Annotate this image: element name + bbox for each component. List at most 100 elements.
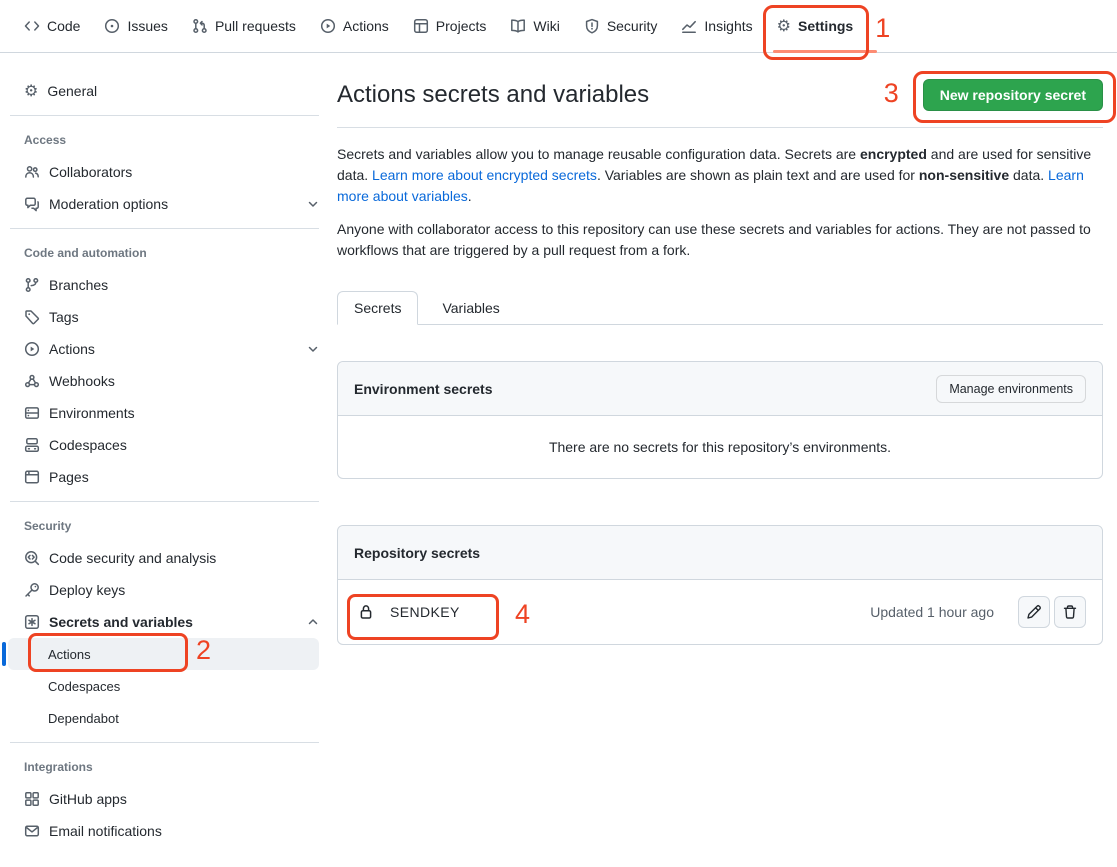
codescan-icon xyxy=(24,550,40,566)
sidebar-item-collaborators-label: Collaborators xyxy=(49,164,132,180)
sidebar-item-email-notifications-label: Email notifications xyxy=(49,823,162,839)
intro-text: data. xyxy=(1009,167,1048,183)
sidebar-subitem-dependabot[interactable]: Dependabot xyxy=(8,702,319,734)
sidebar-item-branches-label: Branches xyxy=(49,277,108,293)
sidebar-item-secrets-and-variables[interactable]: Secrets and variables xyxy=(0,606,337,638)
sidebar-divider xyxy=(10,115,319,116)
annotation-number-2: 2 xyxy=(196,635,211,666)
intro-paragraph: Secrets and variables allow you to manag… xyxy=(337,144,1103,207)
intro-bold-non-sensitive: non-sensitive xyxy=(919,167,1009,183)
sidebar-item-actions[interactable]: Actions xyxy=(0,333,337,365)
gear-icon: ⚙ xyxy=(24,83,38,99)
table-icon xyxy=(413,18,429,34)
repository-secrets-header: Repository secrets xyxy=(338,526,1102,580)
sidebar-item-github-apps[interactable]: GitHub apps xyxy=(0,783,337,815)
tab-pull-requests[interactable]: Pull requests xyxy=(192,0,296,53)
sidebar-item-secrets-and-variables-label: Secrets and variables xyxy=(49,614,193,630)
gear-icon: ⚙ xyxy=(777,18,791,34)
intro-bold-encrypted: encrypted xyxy=(860,146,927,162)
lock-icon xyxy=(358,604,374,620)
sidebar-subitem-actions[interactable]: Actions 2 xyxy=(8,638,319,670)
collaborator-access-paragraph: Anyone with collaborator access to this … xyxy=(337,219,1103,261)
tab-variables[interactable]: Variables xyxy=(426,292,515,324)
play-icon xyxy=(24,341,40,357)
tab-insights[interactable]: Insights xyxy=(681,0,752,53)
main-content: Actions secrets and variables New reposi… xyxy=(337,53,1103,645)
secret-name: SENDKEY xyxy=(390,604,460,620)
sidebar-item-webhooks[interactable]: Webhooks xyxy=(0,365,337,397)
server-icon xyxy=(24,405,40,421)
sidebar-item-codespaces-label: Codespaces xyxy=(49,437,127,453)
tab-wiki-label: Wiki xyxy=(533,18,559,34)
manage-environments-button[interactable]: Manage environments xyxy=(936,375,1086,403)
tab-settings[interactable]: ⚙ Settings 1 xyxy=(777,0,854,53)
sidebar-section-integrations: Integrations xyxy=(0,751,337,783)
secret-actions: Updated 1 hour ago xyxy=(870,596,1086,628)
tab-secrets[interactable]: Secrets xyxy=(337,291,418,325)
intro-text: . Variables are shown as plain text and … xyxy=(597,167,919,183)
sidebar-item-moderation-options[interactable]: Moderation options xyxy=(0,188,337,220)
sidebar-item-webhooks-label: Webhooks xyxy=(49,373,115,389)
tab-insights-label: Insights xyxy=(704,18,752,34)
webhook-icon xyxy=(24,373,40,389)
annotation-number-4: 4 xyxy=(515,599,530,630)
git-pull-request-icon xyxy=(192,18,208,34)
sidebar-item-github-apps-label: GitHub apps xyxy=(49,791,127,807)
pencil-icon xyxy=(1026,604,1042,620)
sidebar-section-access: Access xyxy=(0,124,337,156)
sidebar-item-collaborators[interactable]: Collaborators xyxy=(0,156,337,188)
sidebar-item-codespaces[interactable]: Codespaces xyxy=(0,429,337,461)
issue-opened-icon xyxy=(104,18,120,34)
tab-issues[interactable]: Issues xyxy=(104,0,167,53)
sidebar-section-security: Security xyxy=(0,510,337,542)
chevron-up-icon xyxy=(305,614,321,630)
secret-name-group: SENDKEY 4 xyxy=(358,604,460,620)
sidebar-section-code-automation: Code and automation xyxy=(0,237,337,269)
comment-discussion-icon xyxy=(24,196,40,212)
sidebar-item-branches[interactable]: Branches xyxy=(0,269,337,301)
chevron-down-icon xyxy=(305,196,321,212)
secrets-variables-tabnav: Secrets Variables xyxy=(337,291,1103,325)
tab-issues-label: Issues xyxy=(127,18,167,34)
sidebar-item-actions-label: Actions xyxy=(49,341,95,357)
repository-secrets-title: Repository secrets xyxy=(354,545,480,561)
sidebar-item-pages[interactable]: Pages xyxy=(0,461,337,493)
page-title: Actions secrets and variables xyxy=(337,81,649,109)
tab-actions[interactable]: Actions xyxy=(320,0,389,53)
key-icon xyxy=(24,582,40,598)
repository-secrets-card: Repository secrets SENDKEY 4 Updated 1 h… xyxy=(337,525,1103,645)
link-encrypted-secrets[interactable]: Learn more about encrypted secrets xyxy=(372,167,597,183)
sidebar-subitem-actions-label: Actions xyxy=(48,647,91,662)
play-icon xyxy=(320,18,336,34)
trash-icon xyxy=(1062,604,1078,620)
annotation-number-1: 1 xyxy=(875,13,890,44)
sidebar-subitem-codespaces[interactable]: Codespaces xyxy=(8,670,319,702)
graph-icon xyxy=(681,18,697,34)
tab-security[interactable]: Security xyxy=(584,0,658,53)
sidebar-item-deploy-keys-label: Deploy keys xyxy=(49,582,125,598)
intro-text: . xyxy=(468,188,472,204)
tab-wiki[interactable]: Wiki xyxy=(510,0,559,53)
sidebar-item-environments[interactable]: Environments xyxy=(0,397,337,429)
sidebar-item-code-security[interactable]: Code security and analysis xyxy=(0,542,337,574)
intro-text: Secrets and variables allow you to manag… xyxy=(337,146,860,162)
sidebar-item-tags[interactable]: Tags xyxy=(0,301,337,333)
delete-secret-button[interactable] xyxy=(1054,596,1086,628)
sidebar-item-general[interactable]: ⚙ General xyxy=(0,75,337,107)
people-icon xyxy=(24,164,40,180)
browser-icon xyxy=(24,469,40,485)
sidebar-item-email-notifications[interactable]: Email notifications xyxy=(0,815,337,847)
sidebar-subitem-codespaces-label: Codespaces xyxy=(48,679,120,694)
shield-icon xyxy=(584,18,600,34)
edit-secret-button[interactable] xyxy=(1018,596,1050,628)
tab-projects[interactable]: Projects xyxy=(413,0,487,53)
annotation-number-3: 3 xyxy=(884,78,899,109)
page-header: Actions secrets and variables New reposi… xyxy=(337,79,1103,128)
secret-updated-timestamp: Updated 1 hour ago xyxy=(870,604,994,620)
sidebar-item-code-security-label: Code security and analysis xyxy=(49,550,216,566)
sidebar-item-deploy-keys[interactable]: Deploy keys xyxy=(0,574,337,606)
environment-secrets-title: Environment secrets xyxy=(354,381,493,397)
new-repository-secret-button[interactable]: New repository secret 3 xyxy=(923,79,1103,111)
tag-icon xyxy=(24,309,40,325)
tab-code[interactable]: Code xyxy=(24,0,80,53)
